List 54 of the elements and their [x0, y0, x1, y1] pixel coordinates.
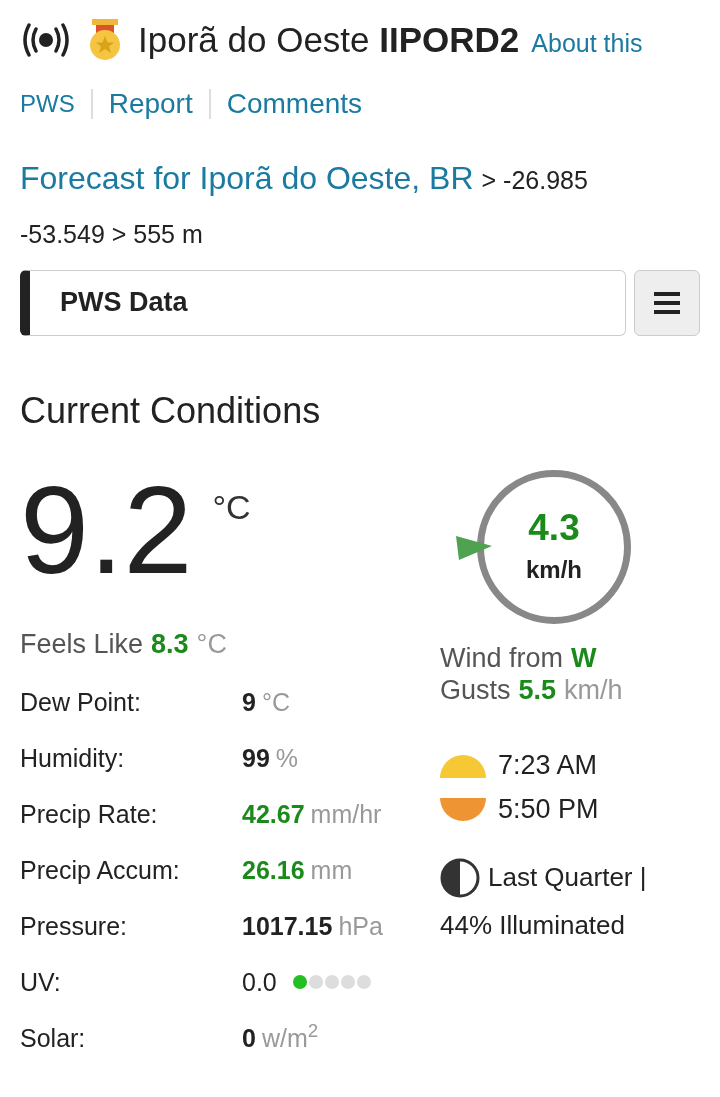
- row-unit: w/m$^{2}$: [261, 1019, 319, 1054]
- row-value: 0.0: [242, 966, 277, 998]
- row-label: Solar:: [20, 1022, 87, 1054]
- feels-like-unit: °C: [196, 627, 227, 661]
- wind-from-label: Wind from: [440, 641, 564, 674]
- sunrise-icon: [440, 753, 486, 778]
- sunset-icon: [440, 797, 486, 822]
- wind-direction-arrow-icon: [456, 535, 492, 560]
- location-details: > -26.985: [481, 165, 588, 196]
- data-dropdown[interactable]: PWS Data: [20, 269, 626, 336]
- row-value: 42.67: [242, 798, 305, 830]
- section-heading: Current Conditions: [20, 388, 322, 433]
- medal-icon: [88, 19, 122, 61]
- broadcast-icon: [20, 23, 72, 57]
- row-label: Pressure:: [20, 910, 128, 942]
- row-unit: °C: [261, 686, 290, 718]
- wind-unit: km/h: [526, 554, 582, 585]
- nav-link[interactable]: PWS: [20, 86, 75, 122]
- moon-phase-icon: [440, 857, 480, 898]
- wind-speed: 4.3: [528, 506, 580, 551]
- row-value: 26.16: [242, 854, 305, 886]
- moon-illumination: 44% Illuminated: [440, 908, 626, 942]
- row-unit: mm/hr: [310, 798, 382, 830]
- nav-link[interactable]: Comments: [226, 83, 363, 125]
- temperature-value: 9.2: [20, 467, 193, 592]
- row-value: 9: [242, 686, 256, 718]
- gusts-label: Gusts: [440, 673, 511, 706]
- row-label: Precip Accum:: [20, 854, 181, 886]
- feels-like-value: 8.3: [151, 627, 189, 661]
- location-details: -53.549 > 555 m: [20, 219, 204, 250]
- menu-icon: [654, 291, 680, 314]
- gusts-unit: km/h: [564, 673, 623, 706]
- row-label: UV:: [20, 966, 62, 998]
- wind-direction: W: [571, 641, 597, 674]
- sunrise-time: 7:23 AM: [498, 749, 598, 783]
- row-unit: mm: [310, 854, 353, 886]
- station-name: Iporã do Oeste IIPORD2: [138, 18, 520, 61]
- row-label: Dew Point:: [20, 686, 142, 718]
- row-label: Precip Rate:: [20, 798, 159, 830]
- menu-button[interactable]: [634, 269, 700, 336]
- temperature-unit: °C: [212, 486, 251, 528]
- moon-phase: Last Quarter |: [488, 861, 647, 894]
- feels-like-label: Feels Like: [20, 627, 144, 661]
- gusts-value: 5.5: [518, 673, 557, 706]
- row-value: 99: [242, 742, 270, 774]
- row-value: 0: [242, 1022, 256, 1054]
- row-unit: %: [275, 742, 299, 774]
- row-label: Humidity:: [20, 742, 126, 774]
- sunset-time: 5:50 PM: [498, 793, 599, 827]
- about-link[interactable]: About this: [531, 24, 643, 63]
- row-unit: hPa: [338, 910, 383, 942]
- forecast-link[interactable]: Forecast for Iporã do Oeste, BR: [20, 154, 474, 202]
- nav-link[interactable]: Report: [108, 83, 193, 125]
- row-value: 1017.15: [242, 910, 333, 942]
